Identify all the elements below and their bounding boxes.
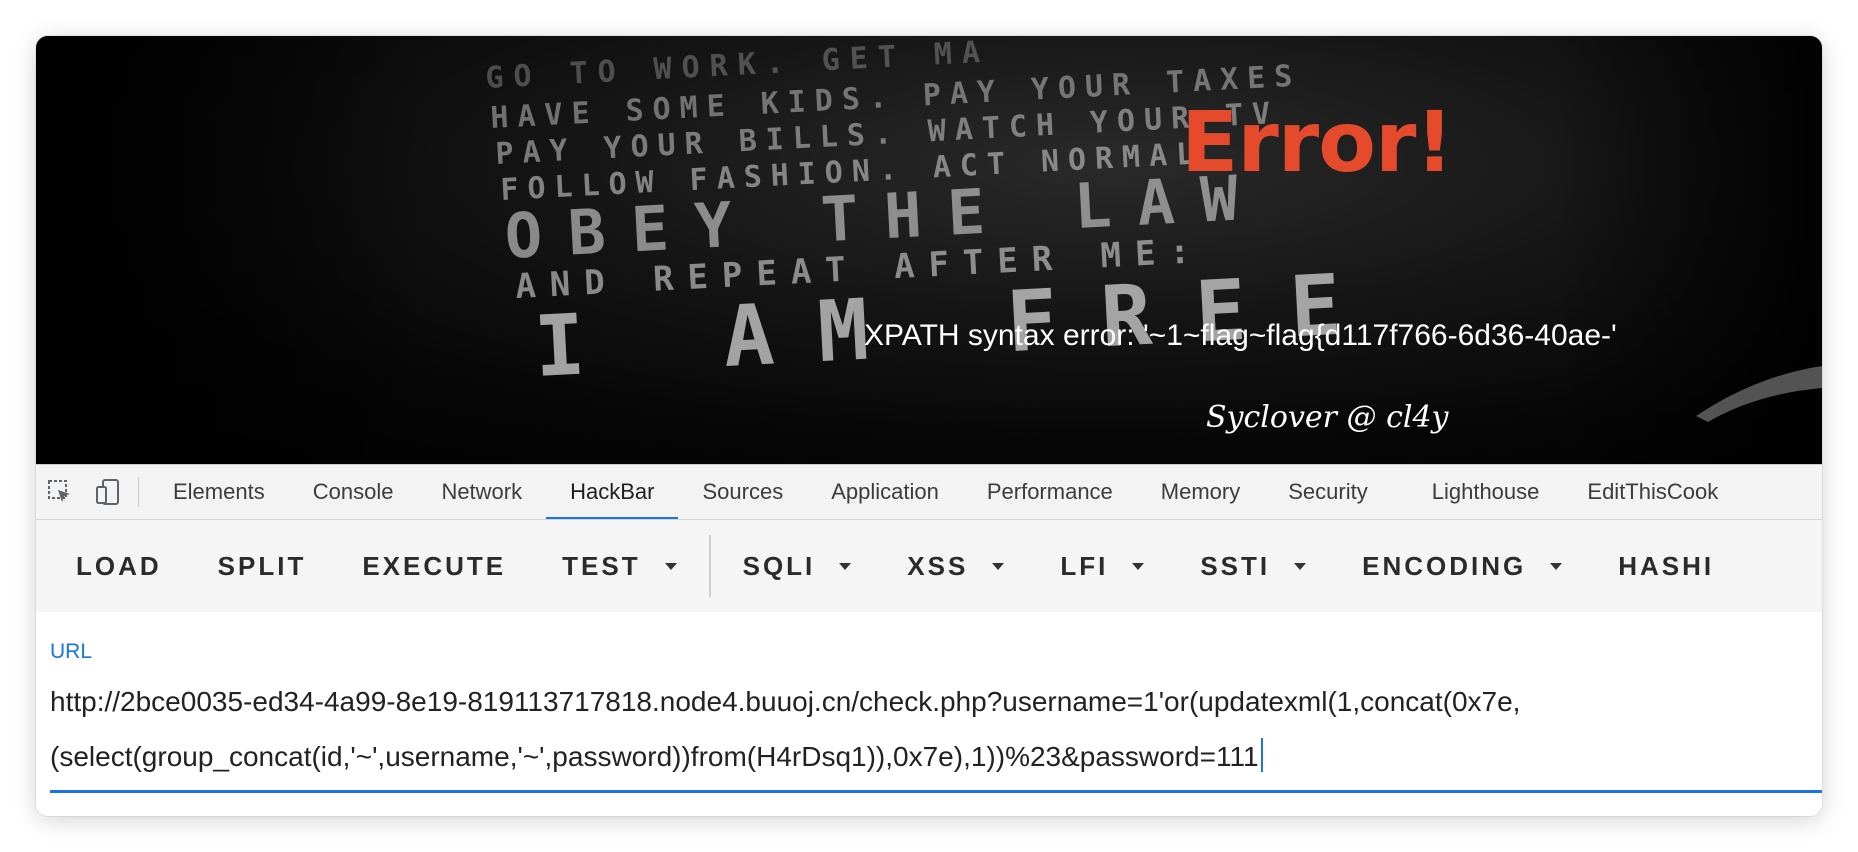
tab-sources[interactable]: Sources	[678, 465, 807, 519]
split-button-label: SPLIT	[217, 550, 307, 581]
execute-button-label: EXECUTE	[362, 550, 507, 581]
tab-elements[interactable]: Elements	[149, 465, 289, 519]
caret-down-icon	[992, 562, 1005, 570]
tab-lighthouse[interactable]: Lighthouse	[1408, 465, 1564, 519]
url-input[interactable]: http://2bce0035-ed34-4a99-8e19-819113717…	[50, 674, 1810, 784]
signature-text: Syclover @ cl4y	[1206, 400, 1449, 435]
devtools-tab-bar: Elements Console Network HackBar Sources Appl…	[36, 464, 1822, 520]
inspect-element-icon[interactable]	[36, 465, 84, 519]
hashi-button[interactable]: HASHI	[1590, 536, 1742, 596]
tab-network[interactable]: Network	[417, 465, 546, 519]
hackbar-toolbar: LOAD SPLIT EXECUTE TEST SQLI XSS LFI SSTI ENCODI…	[36, 520, 1822, 612]
url-line-2-text[interactable]: (select(group_concat(id,'~',username,'~'…	[50, 741, 1259, 772]
tab-application[interactable]: Application	[807, 465, 963, 519]
url-field-underline	[50, 790, 1822, 793]
tab-divider	[138, 477, 139, 507]
test-button[interactable]: TEST	[534, 536, 704, 596]
xss-button[interactable]: XSS	[879, 536, 1032, 596]
poster-background-image: GO TO WORK. GET MAHAVE SOME KIDS. PAY YO…	[36, 36, 1822, 464]
caret-down-icon	[664, 562, 677, 570]
caret-down-icon	[1294, 562, 1307, 570]
caret-down-icon	[1550, 562, 1563, 570]
text-cursor	[1260, 738, 1263, 772]
split-button[interactable]: SPLIT	[190, 536, 335, 596]
tab-hackbar[interactable]: HackBar	[546, 465, 679, 519]
url-line-1[interactable]: http://2bce0035-ed34-4a99-8e19-819113717…	[50, 674, 1810, 729]
load-button-label: LOAD	[76, 550, 162, 581]
toolbar-divider	[708, 535, 711, 597]
sqli-button-label: SQLI	[742, 550, 816, 581]
lfi-button[interactable]: LFI	[1032, 536, 1172, 596]
load-button[interactable]: LOAD	[48, 536, 190, 596]
tab-console[interactable]: Console	[289, 465, 418, 519]
url-label: URL	[50, 640, 93, 663]
caret-down-icon	[839, 562, 852, 570]
test-button-label: TEST	[562, 550, 641, 581]
tab-performance[interactable]: Performance	[963, 465, 1137, 519]
xss-button-label: XSS	[907, 550, 969, 581]
error-title: Error!	[1181, 93, 1454, 191]
lfi-button-label: LFI	[1060, 550, 1109, 581]
encoding-button[interactable]: ENCODING	[1334, 536, 1590, 596]
ssti-button-label: SSTI	[1200, 550, 1271, 581]
tab-editthiscook[interactable]: EditThisCook	[1563, 465, 1742, 519]
execute-button[interactable]: EXECUTE	[334, 536, 534, 596]
browser-window: GO TO WORK. GET MAHAVE SOME KIDS. PAY YO…	[36, 36, 1822, 816]
devtools-tabs: Elements Console Network HackBar Sources Appl…	[149, 465, 1742, 519]
url-line-2[interactable]: (select(group_concat(id,'~',username,'~'…	[50, 729, 1810, 784]
hashi-button-label: HASHI	[1618, 550, 1715, 581]
ssti-button[interactable]: SSTI	[1172, 536, 1334, 596]
sqli-button[interactable]: SQLI	[715, 536, 880, 596]
web-page: GO TO WORK. GET MAHAVE SOME KIDS. PAY YO…	[36, 36, 1822, 464]
caret-down-icon	[1132, 562, 1145, 570]
device-toolbar-icon[interactable]	[84, 465, 132, 519]
tab-memory[interactable]: Memory	[1137, 465, 1264, 519]
tab-security[interactable]: Security	[1264, 465, 1391, 519]
error-message: XPATH syntax error: '~1~flag~flag{d117f7…	[864, 319, 1617, 352]
encoding-button-label: ENCODING	[1362, 550, 1527, 581]
url-field-container[interactable]: URL http://2bce0035-ed34-4a99-8e19-81911…	[36, 612, 1822, 816]
